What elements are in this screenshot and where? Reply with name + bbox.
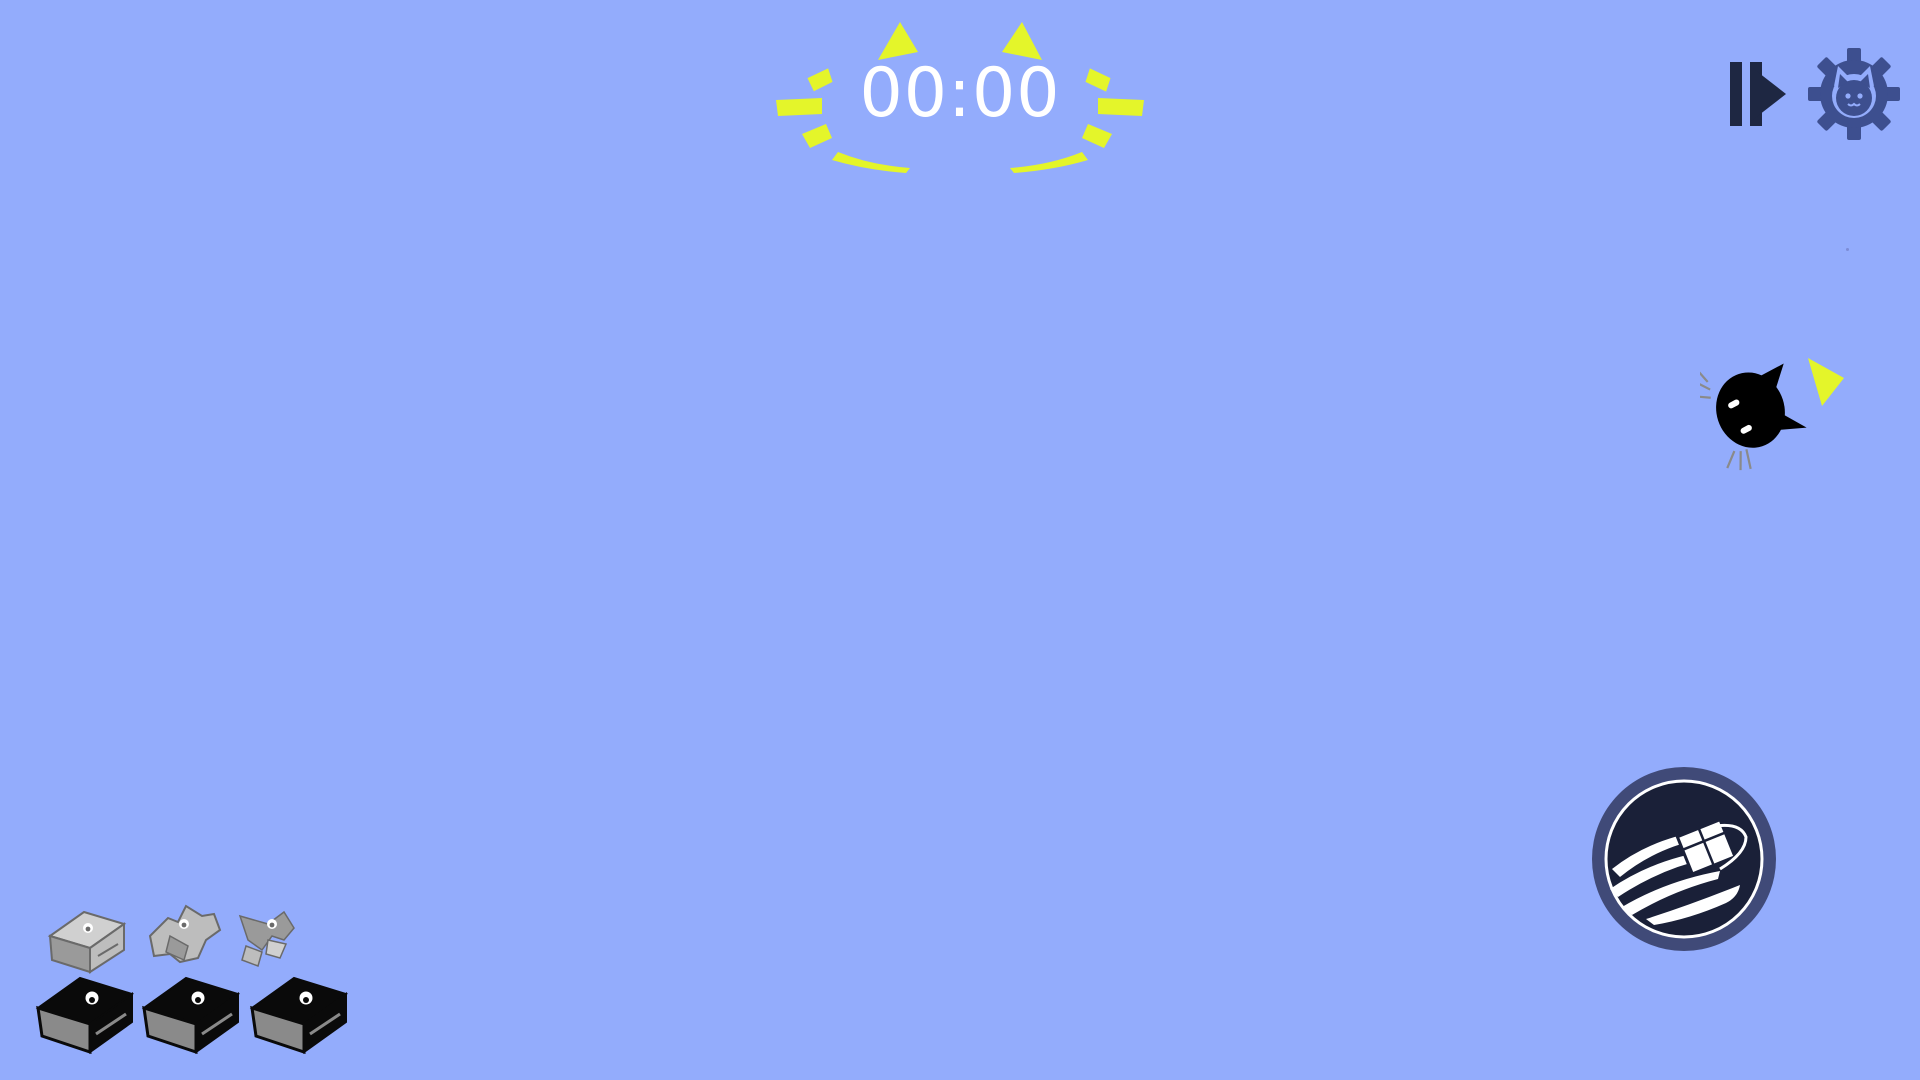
settings-button[interactable] bbox=[1806, 46, 1902, 142]
black-box-icon bbox=[141, 976, 241, 1055]
game-canvas[interactable]: 00:00 bbox=[0, 0, 1920, 1080]
timer: 00:00 bbox=[770, 10, 1150, 180]
active-box-3 bbox=[248, 970, 349, 1055]
yellow-triangle-pointer bbox=[1808, 358, 1844, 406]
distant-dot bbox=[1846, 248, 1849, 251]
cat-gear-icon bbox=[1808, 48, 1900, 140]
dash-ability-button[interactable] bbox=[1590, 765, 1778, 953]
black-box-icon bbox=[249, 976, 349, 1055]
pause-play-icon bbox=[1730, 62, 1786, 126]
timer-text: 00:00 bbox=[859, 54, 1061, 133]
black-box-icon bbox=[35, 976, 135, 1055]
active-box-1 bbox=[34, 970, 135, 1055]
active-box-2 bbox=[140, 970, 241, 1055]
grey-broken-box-icon bbox=[148, 904, 222, 964]
pause-play-button[interactable] bbox=[1726, 58, 1790, 130]
reserve-box-damaged bbox=[140, 896, 240, 980]
direction-pointer bbox=[1800, 350, 1850, 410]
dashing-box-icon bbox=[1592, 767, 1776, 951]
